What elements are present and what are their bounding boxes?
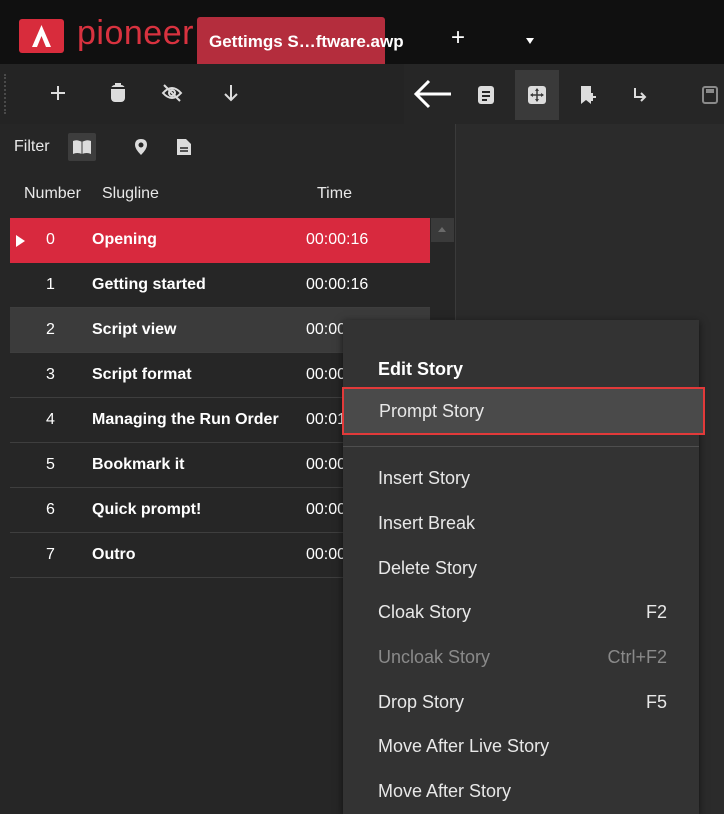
filter-location-button[interactable] <box>127 133 155 161</box>
menu-item-label: Edit Story <box>378 359 464 379</box>
toolbar <box>0 64 724 124</box>
column-header-number[interactable]: Number <box>24 185 81 203</box>
menu-item-label: Move After Live Story <box>378 736 550 756</box>
delete-story-button[interactable] <box>101 76 135 110</box>
eye-off-icon <box>161 84 183 102</box>
menu-item-shortcut: F5 <box>645 692 667 712</box>
menu-item-label: Prompt Story <box>379 401 485 421</box>
plus-icon <box>51 86 65 100</box>
menu-item-edit-story[interactable]: Edit Story <box>343 347 699 391</box>
brand-name: pioneer <box>77 14 194 52</box>
menu-item-label: Uncloak Story <box>378 647 491 667</box>
menu-item-label: Insert Story <box>378 468 471 488</box>
story-slugline: Managing the Run Order <box>92 411 279 428</box>
menu-item-drop-story[interactable]: Drop Story F5 <box>343 680 699 724</box>
story-row[interactable]: 1 Getting started 00:00:16 <box>10 263 430 308</box>
story-time: 00:00:16 <box>306 276 369 293</box>
column-header-slugline[interactable]: Slugline <box>102 185 159 203</box>
story-number: 3 <box>46 366 55 383</box>
tab-dropdown-icon[interactable] <box>526 38 534 44</box>
story-context-menu: Edit Story Prompt Story Insert Story Ins… <box>342 320 705 814</box>
story-number: 4 <box>46 411 55 428</box>
bookmark-button[interactable] <box>566 70 610 120</box>
story-slugline: Bookmark it <box>92 456 185 473</box>
story-slugline: Quick prompt! <box>92 501 202 518</box>
story-slugline: Getting started <box>92 276 206 293</box>
story-number: 6 <box>46 501 55 518</box>
story-number: 5 <box>46 456 55 473</box>
note-icon <box>177 139 191 155</box>
pioneer-logo-icon <box>19 19 64 53</box>
move-icon <box>528 86 546 104</box>
story-slugline: Outro <box>92 546 136 563</box>
story-time: 00:00 <box>306 546 347 563</box>
run-order-view-button[interactable] <box>515 70 559 120</box>
story-time: 00:00 <box>306 456 347 473</box>
return-button[interactable] <box>618 70 662 120</box>
menu-item-prompt-story[interactable]: Prompt Story <box>342 387 705 435</box>
menu-item-delete-story[interactable]: Delete Story <box>343 546 699 590</box>
story-slugline: Script format <box>92 366 192 383</box>
cloak-story-button[interactable] <box>155 76 189 110</box>
arrow-left-icon <box>413 79 451 109</box>
story-number: 7 <box>46 546 55 563</box>
menu-item-shortcut: Ctrl+F2 <box>607 647 667 667</box>
story-time: 00:00 <box>306 321 347 338</box>
document-tab-label: Gettimgs S…ftware.awp <box>209 32 404 51</box>
menu-item-label: Insert Break <box>378 513 476 533</box>
story-time: 00:00 <box>306 501 347 518</box>
menu-item-shortcut: F2 <box>645 602 667 622</box>
filter-label: Filter <box>14 138 50 155</box>
story-time: 00:01 <box>306 411 347 428</box>
menu-item-label: Delete Story <box>378 558 478 578</box>
add-story-button[interactable] <box>41 76 75 110</box>
menu-item-move-after-live-story[interactable]: Move After Live Story <box>343 724 699 768</box>
live-indicator-icon <box>16 235 25 247</box>
arrow-down-icon <box>224 85 238 102</box>
move-down-button[interactable] <box>214 76 248 110</box>
toolbar-grip[interactable] <box>4 74 6 114</box>
trash-icon <box>110 83 126 102</box>
scroll-up-button[interactable] <box>431 218 454 242</box>
menu-item-label: Cloak Story <box>378 602 472 622</box>
save-icon <box>702 86 718 104</box>
book-icon <box>73 140 91 154</box>
story-time: 00:00:16 <box>306 231 369 248</box>
menu-item-insert-break[interactable]: Insert Break <box>343 501 699 545</box>
menu-separator <box>343 446 699 447</box>
story-number: 0 <box>46 231 55 248</box>
story-time: 00:00 <box>306 366 347 383</box>
run-order-toolbar <box>0 64 404 124</box>
menu-item-label: Move After Story <box>378 781 512 801</box>
menu-item-label: Drop Story <box>378 692 465 712</box>
document-icon <box>478 86 494 104</box>
app-window: pioneer Gettimgs S…ftware.awp + Filter N… <box>0 0 724 814</box>
filter-notes-button[interactable] <box>170 133 198 161</box>
story-slugline: Script view <box>92 321 177 338</box>
column-header-time[interactable]: Time <box>317 185 352 203</box>
back-button[interactable] <box>409 70 457 118</box>
filter-bar: Filter <box>0 124 455 170</box>
story-slugline: Opening <box>92 231 157 248</box>
map-marker-icon <box>135 139 147 155</box>
menu-item-insert-story[interactable]: Insert Story <box>343 456 699 500</box>
document-tab[interactable]: Gettimgs S…ftware.awp <box>197 17 404 65</box>
new-tab-button[interactable]: + <box>451 26 465 50</box>
title-bar: pioneer Gettimgs S…ftware.awp + <box>0 0 724 65</box>
story-row[interactable]: 0 Opening 00:00:16 <box>10 218 430 263</box>
story-number: 1 <box>46 276 55 293</box>
script-view-button[interactable] <box>464 70 508 120</box>
filter-script-button[interactable] <box>68 133 96 161</box>
menu-item-cloak-story[interactable]: Cloak Story F2 <box>343 590 699 634</box>
save-button[interactable] <box>688 70 724 120</box>
menu-item-uncloak-story: Uncloak Story Ctrl+F2 <box>343 635 699 679</box>
menu-item-move-after-story[interactable]: Move After Story <box>343 769 699 813</box>
story-number: 2 <box>46 321 55 338</box>
subdirectory-arrow-icon <box>634 88 647 102</box>
bookmark-add-icon <box>581 86 596 104</box>
